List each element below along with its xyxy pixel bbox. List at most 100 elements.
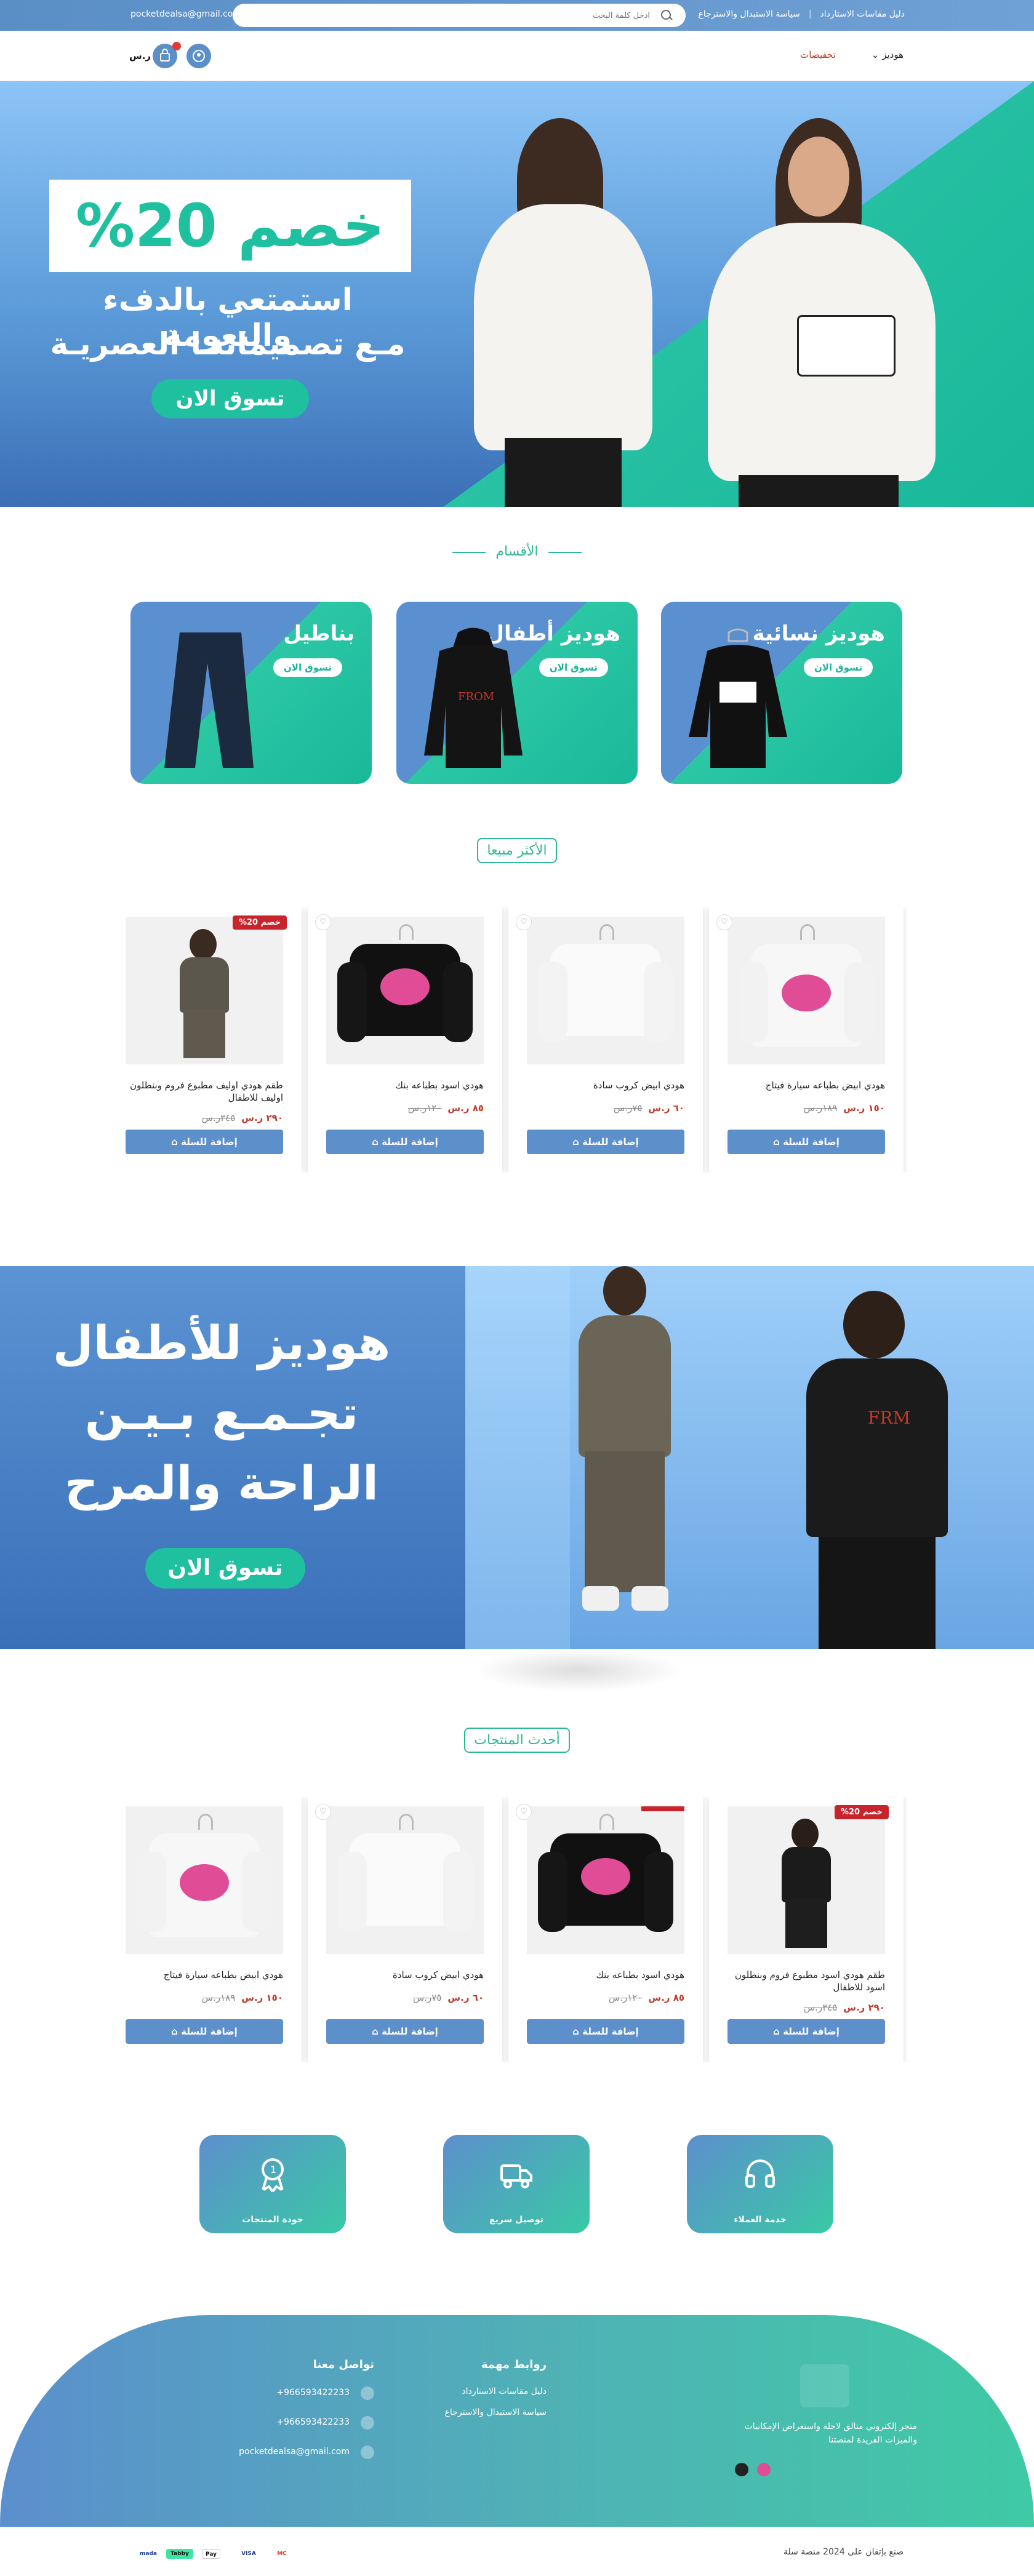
search-box[interactable] [233, 4, 686, 27]
payment-applepay: Pay [202, 2549, 220, 2559]
product-card[interactable]: هودي ابيض بطباعه سيارة فيتاج ١٥٠ ر.س ١٨٩ر… [122, 1796, 302, 2062]
footer-email[interactable]: pocketdealsa@gmail.com [239, 2447, 350, 2457]
kids-banner[interactable]: هوديز للأطفال تجـمـع بـيـن الراحة والمرح… [0, 1266, 1034, 1649]
category-pants[interactable]: بناطيل تسوق الان [130, 602, 372, 784]
product-name[interactable]: طقم هودي اسود مطبوع فروم وبنطلون اسود لل… [725, 1969, 885, 1993]
feature-customer-service: خدمة العملاء [687, 2135, 833, 2233]
hoodie-print: FRM [868, 1408, 911, 1428]
cart-count-badge [172, 42, 181, 50]
category-women-hoodies[interactable]: هوديز نسائية تسوق الان [661, 602, 902, 784]
wishlist-heart-icon[interactable]: ♡ [516, 914, 532, 930]
footer-phone-2[interactable]: +966593422233 [276, 2417, 350, 2427]
product-card[interactable]: ♡ هودي ابيض كروب سادة ٦٠ ر.س ٧٥ر.س إضافة … [308, 1796, 502, 2062]
categories-title-text: الأقسام [452, 544, 582, 559]
product-old-price: ٣٤٥ر.س [201, 1112, 236, 1123]
add-to-cart-label: إضافة للسلة [783, 2026, 840, 2037]
product-name[interactable]: هودي ابيض بطباعه سيارة فيتاج [725, 1079, 885, 1091]
bestsellers-title: الأكثر مبيعا [0, 838, 1034, 863]
add-to-cart-label: إضافة للسلة [582, 1136, 639, 1147]
product-old-price: ١٢٠ر.س [608, 1992, 643, 2003]
add-to-cart-button[interactable]: إضافة للسلة ⌂ [326, 1130, 484, 1154]
bag-icon: ⌂ [572, 1136, 579, 1147]
product-name[interactable]: هودي اسود بطباعه بنك [324, 1079, 484, 1091]
footer-phone-1[interactable]: +966593422233 [276, 2388, 350, 2398]
wishlist-heart-icon[interactable]: ♡ [315, 1804, 331, 1820]
product-sale-price: ٨٥ ر.س [648, 1992, 684, 2003]
link-return-policy[interactable]: سياسة الاستبدال والاسترجاع [698, 9, 800, 19]
add-to-cart-button[interactable]: إضافة للسلة ⌂ [527, 1130, 684, 1154]
product-card[interactable]: ♡ هودي اسود بطباعه بنك ٨٥ ر.س ١٢٠ر.س إضاف… [308, 907, 502, 1173]
search-icon[interactable] [661, 10, 671, 20]
product-price: ٦٠ ر.س ٧٥ر.س [413, 1992, 484, 2003]
hero-line-2: مـع تصميماتنـا العصريـة [50, 326, 406, 362]
product-image[interactable] [126, 917, 283, 1064]
bag-icon: ⌂ [372, 1136, 379, 1147]
product-card[interactable]: خصم 20% طقم هودي اسود مطبوع فروم وبنطلون… [709, 1796, 904, 2062]
wishlist-heart-icon[interactable]: ♡ [716, 914, 732, 930]
category-shop-button[interactable]: تسوق الان [804, 658, 873, 677]
category-title: بناطيل [283, 621, 355, 646]
kids-shop-button[interactable]: تسوق الان [145, 1548, 305, 1589]
product-image[interactable] [727, 1806, 885, 1954]
hero-shop-button[interactable]: تسوق الان [151, 379, 309, 418]
bestsellers-title-text: الأكثر مبيعا [477, 838, 557, 863]
instagram-icon[interactable] [757, 2463, 771, 2476]
product-image[interactable] [126, 1806, 283, 1954]
bag-icon: ⌂ [572, 2026, 579, 2037]
search-input[interactable] [281, 9, 650, 22]
nav-item-sale[interactable]: تخفيضات [800, 49, 836, 60]
product-name[interactable]: هودي ابيض بطباعه سيارة فيتاج [123, 1969, 283, 1981]
product-image[interactable] [326, 917, 484, 1064]
add-to-cart-button[interactable]: إضافة للسلة ⌂ [527, 2019, 684, 2044]
add-to-cart-label: إضافة للسلة [382, 1136, 438, 1147]
bag-icon: ⌂ [171, 2026, 178, 2037]
contact-email[interactable]: pocketdealsa@gmail.com [130, 9, 241, 19]
wishlist-heart-icon[interactable]: ♡ [516, 1804, 532, 1820]
product-image[interactable] [527, 1806, 684, 1954]
product-price: ٦٠ ر.س ٧٥ر.س [614, 1103, 684, 1114]
payment-visa: VISA [241, 2551, 256, 2557]
add-to-cart-button[interactable]: إضافة للسلة ⌂ [126, 2019, 283, 2044]
product-name[interactable]: هودي ابيض كروب سادة [524, 1079, 684, 1091]
category-shop-button[interactable]: تسوق الان [273, 658, 342, 677]
product-price: ٢٩٠ ر.س ٣٤٥ر.س [804, 2002, 885, 2013]
currency-selector[interactable]: ر.س [129, 50, 151, 62]
add-to-cart-button[interactable]: إضافة للسلة ⌂ [727, 2019, 885, 2044]
category-shop-button[interactable]: تسوق الان [539, 658, 608, 677]
add-to-cart-button[interactable]: إضافة للسلة ⌂ [126, 1130, 283, 1154]
bestsellers-carousel[interactable]: ♡ هودي ابيض بطباعه سيارة فيتاج ١٥٠ ر.س ١٨… [122, 907, 912, 1173]
link-size-guide[interactable]: دليل مقاسات الاستارداد [820, 9, 905, 19]
footer-about: متجر إلكتروني متالق لاجلة واستعراض الإمك… [744, 2422, 917, 2445]
product-card[interactable]: ♡ هودي ابيض بطباعه سيارة فيتاج ١٥٠ ر.س ١٨… [709, 907, 904, 1173]
add-to-cart-button[interactable]: إضافة للسلة ⌂ [727, 1130, 885, 1154]
product-card[interactable]: ♡ هودي ابيض كروب سادة ٦٠ ر.س ٧٥ر.س إضافة … [508, 907, 703, 1173]
product-image[interactable] [727, 917, 885, 1064]
product-name[interactable]: هودي اسود بطباعه بنك [524, 1969, 684, 1981]
product-old-price: ٣٤٥ر.س [803, 2002, 838, 2013]
footer-link-size-guide[interactable]: دليل مقاسات الاستارداد [462, 2387, 547, 2396]
tiktok-icon[interactable] [735, 2463, 748, 2476]
product-sale-price: ٢٩٠ ر.س [843, 2002, 885, 2013]
categories-title: الأقسام [0, 544, 1034, 559]
product-image[interactable] [527, 917, 684, 1064]
product-name[interactable]: طقم هودي اوليف مطبوع فروم وبنطلون اوليف … [123, 1079, 283, 1104]
category-kids-hoodies[interactable]: هوديز أطفال تسوق الان FROM [396, 602, 638, 784]
add-to-cart-label: إضافة للسلة [382, 2026, 438, 2037]
product-card[interactable]: خصم 20% طقم هودي اوليف مطبوع فروم وبنطلو… [122, 907, 302, 1173]
add-to-cart-label: إضافة للسلة [582, 2026, 639, 2037]
wishlist-heart-icon[interactable]: ♡ [315, 914, 331, 930]
product-name[interactable]: هودي ابيض كروب سادة [324, 1969, 484, 1981]
product-old-price: ١٢٠ر.س [407, 1103, 442, 1114]
footer-link-return-policy[interactable]: سياسة الاستبدال والاسترجاع [445, 2407, 547, 2417]
hoodie-image: FROM [424, 628, 523, 768]
latest-carousel[interactable]: خصم 20% طقم هودي اسود مطبوع فروم وبنطلون… [122, 1796, 912, 2062]
product-image[interactable] [326, 1806, 484, 1954]
hero-banner[interactable]: خصم 20% استمتعي بالدفء والنعومة مـع تصمي… [0, 81, 1034, 507]
feature-label: توصيل سريع [489, 2215, 543, 2225]
bag-icon: ⌂ [372, 2026, 379, 2037]
product-card[interactable]: ♡ هودي اسود بطباعه بنك ٨٥ ر.س ١٢٠ر.س إضاف… [508, 1796, 703, 2062]
product-sale-price: ٦٠ ر.س [447, 1992, 484, 2003]
add-to-cart-button[interactable]: إضافة للسلة ⌂ [326, 2019, 484, 2044]
account-button[interactable] [186, 44, 211, 68]
nav-item-hoodies[interactable]: هوديز ⌄ [872, 49, 904, 60]
